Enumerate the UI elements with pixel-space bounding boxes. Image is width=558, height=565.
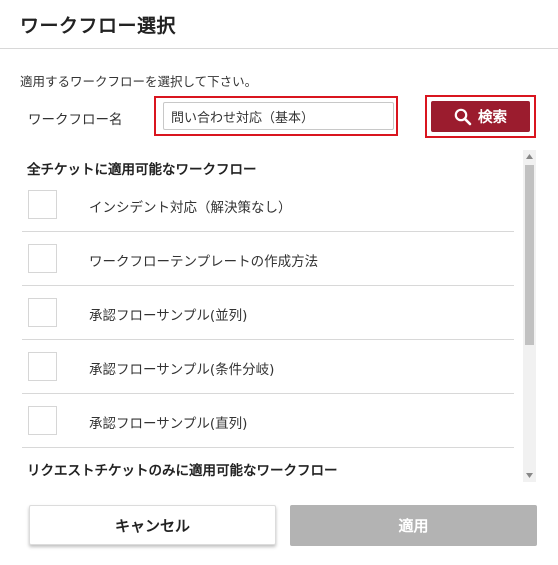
group-header-all-tickets: 全チケットに適用可能なワークフロー bbox=[27, 162, 257, 178]
search-label: ワークフロー名 bbox=[28, 112, 123, 128]
group-header-request-tickets: リクエストチケットのみに適用可能なワークフロー bbox=[27, 463, 338, 479]
list-item: ワークフローテンプレートの作成方法 bbox=[22, 232, 514, 286]
search-icon bbox=[454, 108, 472, 126]
search-button-label: 検索 bbox=[478, 110, 507, 126]
list-item: 承認フローサンプル(直列) bbox=[22, 394, 514, 448]
item-divider bbox=[22, 447, 514, 448]
workflow-checkbox[interactable] bbox=[28, 352, 57, 381]
workflow-label: インシデント対応（解決策なし） bbox=[89, 200, 292, 216]
scroll-up-arrow-icon[interactable] bbox=[523, 150, 536, 163]
list-item: 承認フローサンプル(並列) bbox=[22, 286, 514, 340]
workflow-checkbox[interactable] bbox=[28, 244, 57, 273]
workflow-checkbox[interactable] bbox=[28, 298, 57, 327]
dialog-title: ワークフロー選択 bbox=[20, 15, 177, 37]
scroll-down-arrow-icon[interactable] bbox=[523, 469, 536, 482]
workflow-label: 承認フローサンプル(条件分岐) bbox=[89, 362, 275, 378]
apply-button[interactable]: 適用 bbox=[290, 505, 537, 546]
workflow-label: ワークフローテンプレートの作成方法 bbox=[89, 254, 319, 270]
list-item: インシデント対応（解決策なし） bbox=[22, 178, 514, 232]
instruction-text: 適用するワークフローを選択して下さい。 bbox=[20, 74, 258, 89]
workflow-label: 承認フローサンプル(並列) bbox=[89, 308, 248, 324]
scrollbar-thumb[interactable] bbox=[525, 165, 534, 345]
list-scrollbar[interactable] bbox=[523, 150, 536, 482]
workflow-checkbox[interactable] bbox=[28, 406, 57, 435]
workflow-checkbox[interactable] bbox=[28, 190, 57, 219]
search-input[interactable] bbox=[163, 102, 394, 130]
workflow-label: 承認フローサンプル(直列) bbox=[89, 416, 248, 432]
workflow-list: 全チケットに適用可能なワークフロー インシデント対応（解決策なし） ワークフロー… bbox=[22, 146, 538, 482]
workflow-select-dialog: ワークフロー選択 適用するワークフローを選択して下さい。 ワークフロー名 検索 … bbox=[0, 0, 558, 565]
search-button[interactable]: 検索 bbox=[431, 101, 530, 132]
cancel-button[interactable]: キャンセル bbox=[29, 505, 276, 545]
list-item: 承認フローサンプル(条件分岐) bbox=[22, 340, 514, 394]
title-divider bbox=[0, 48, 558, 49]
